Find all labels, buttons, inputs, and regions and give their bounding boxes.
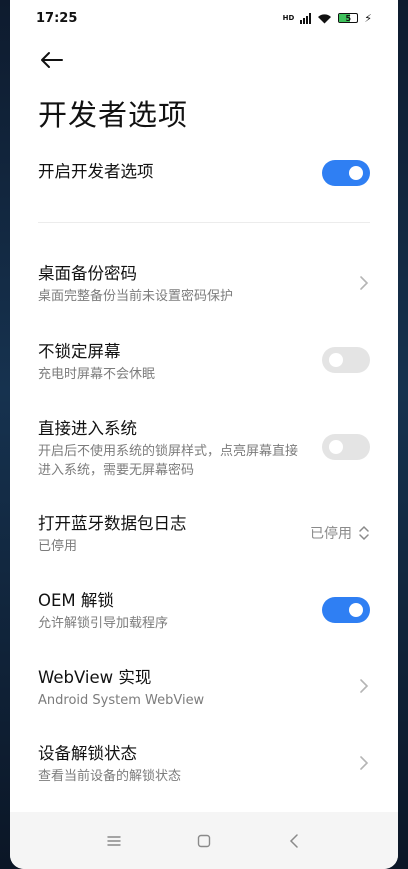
chevron-right-icon	[360, 679, 369, 693]
chevron-right-icon	[360, 756, 369, 770]
status-bar: 17:25 HD 5 ⚡	[10, 0, 398, 36]
settings-row-backup-password[interactable]: 桌面备份密码 桌面完整备份当前未设置密码保护	[38, 263, 370, 306]
wifi-icon	[318, 13, 332, 23]
row-title: 开启开发者选项	[38, 162, 154, 181]
developer-options-toggle[interactable]	[322, 160, 370, 186]
toggle-knob	[349, 166, 363, 180]
row-subtitle: 查看当前设备的解锁状态	[38, 769, 182, 784]
row-title: 桌面备份密码	[38, 264, 137, 283]
back-chevron-icon	[289, 833, 298, 848]
select-value: 已停用	[310, 526, 352, 542]
row-subtitle: 桌面完整备份当前未设置密码保护	[38, 289, 234, 304]
toggle-knob	[329, 440, 343, 454]
row-subtitle: Android System WebView	[38, 693, 205, 708]
hd-label: HD	[282, 14, 295, 22]
recents-button[interactable]	[104, 831, 124, 851]
status-time: 17:25	[36, 10, 78, 26]
charging-icon: ⚡	[364, 11, 372, 25]
row-title: 设备解锁状态	[38, 744, 137, 763]
signal-icon	[300, 12, 312, 24]
settings-row-stay-awake[interactable]: 不锁定屏幕 充电时屏幕不会休眠	[38, 341, 370, 384]
row-title: 直接进入系统	[38, 419, 137, 438]
direct-boot-toggle[interactable]	[322, 434, 370, 460]
divider	[38, 222, 370, 223]
back-arrow-icon	[41, 52, 63, 68]
settings-row-unlock-status[interactable]: 设备解锁状态 查看当前设备的解锁状态	[38, 743, 370, 786]
navigation-bar	[10, 812, 398, 869]
back-nav-button[interactable]	[284, 831, 304, 851]
stay-awake-toggle[interactable]	[322, 347, 370, 373]
row-subtitle: 允许解锁引导加载程序	[38, 616, 169, 631]
settings-row-webview[interactable]: WebView 实现 Android System WebView	[38, 667, 370, 710]
back-button[interactable]	[38, 46, 66, 74]
row-title: 不锁定屏幕	[38, 342, 121, 361]
screen: 17:25 HD 5 ⚡ 开发者选项 开启开发者选项 桌面备份密码 桌面完整备份…	[10, 0, 398, 869]
battery-icon: 5	[338, 13, 359, 23]
settings-row-direct-boot[interactable]: 直接进入系统 开启后不使用系统的锁屏样式，点亮屏幕直接进入系统，需要无屏幕密码	[38, 418, 308, 480]
oem-unlock-toggle[interactable]	[322, 597, 370, 623]
chevron-right-icon	[360, 276, 369, 290]
toggle-knob	[329, 353, 343, 367]
row-subtitle: 充电时屏幕不会休眠	[38, 367, 156, 382]
toggle-knob	[349, 603, 363, 617]
home-button[interactable]	[194, 831, 214, 851]
settings-row-developer-options[interactable]: 开启开发者选项	[38, 161, 370, 183]
status-icons: HD 5 ⚡	[283, 12, 372, 25]
bluetooth-log-select[interactable]: 已停用	[310, 523, 370, 543]
settings-row-oem-unlock[interactable]: OEM 解锁 允许解锁引导加载程序	[38, 590, 370, 633]
updown-chevron-icon	[359, 525, 369, 541]
row-title: OEM 解锁	[38, 591, 114, 610]
battery-level: 5	[345, 13, 352, 23]
menu-icon	[107, 835, 121, 846]
home-square-icon	[197, 834, 211, 847]
page-title: 开发者选项	[38, 98, 189, 132]
row-subtitle: 开启后不使用系统的锁屏样式，点亮屏幕直接进入系统，需要无屏幕密码	[38, 444, 299, 478]
row-title: WebView 实现	[38, 668, 152, 687]
